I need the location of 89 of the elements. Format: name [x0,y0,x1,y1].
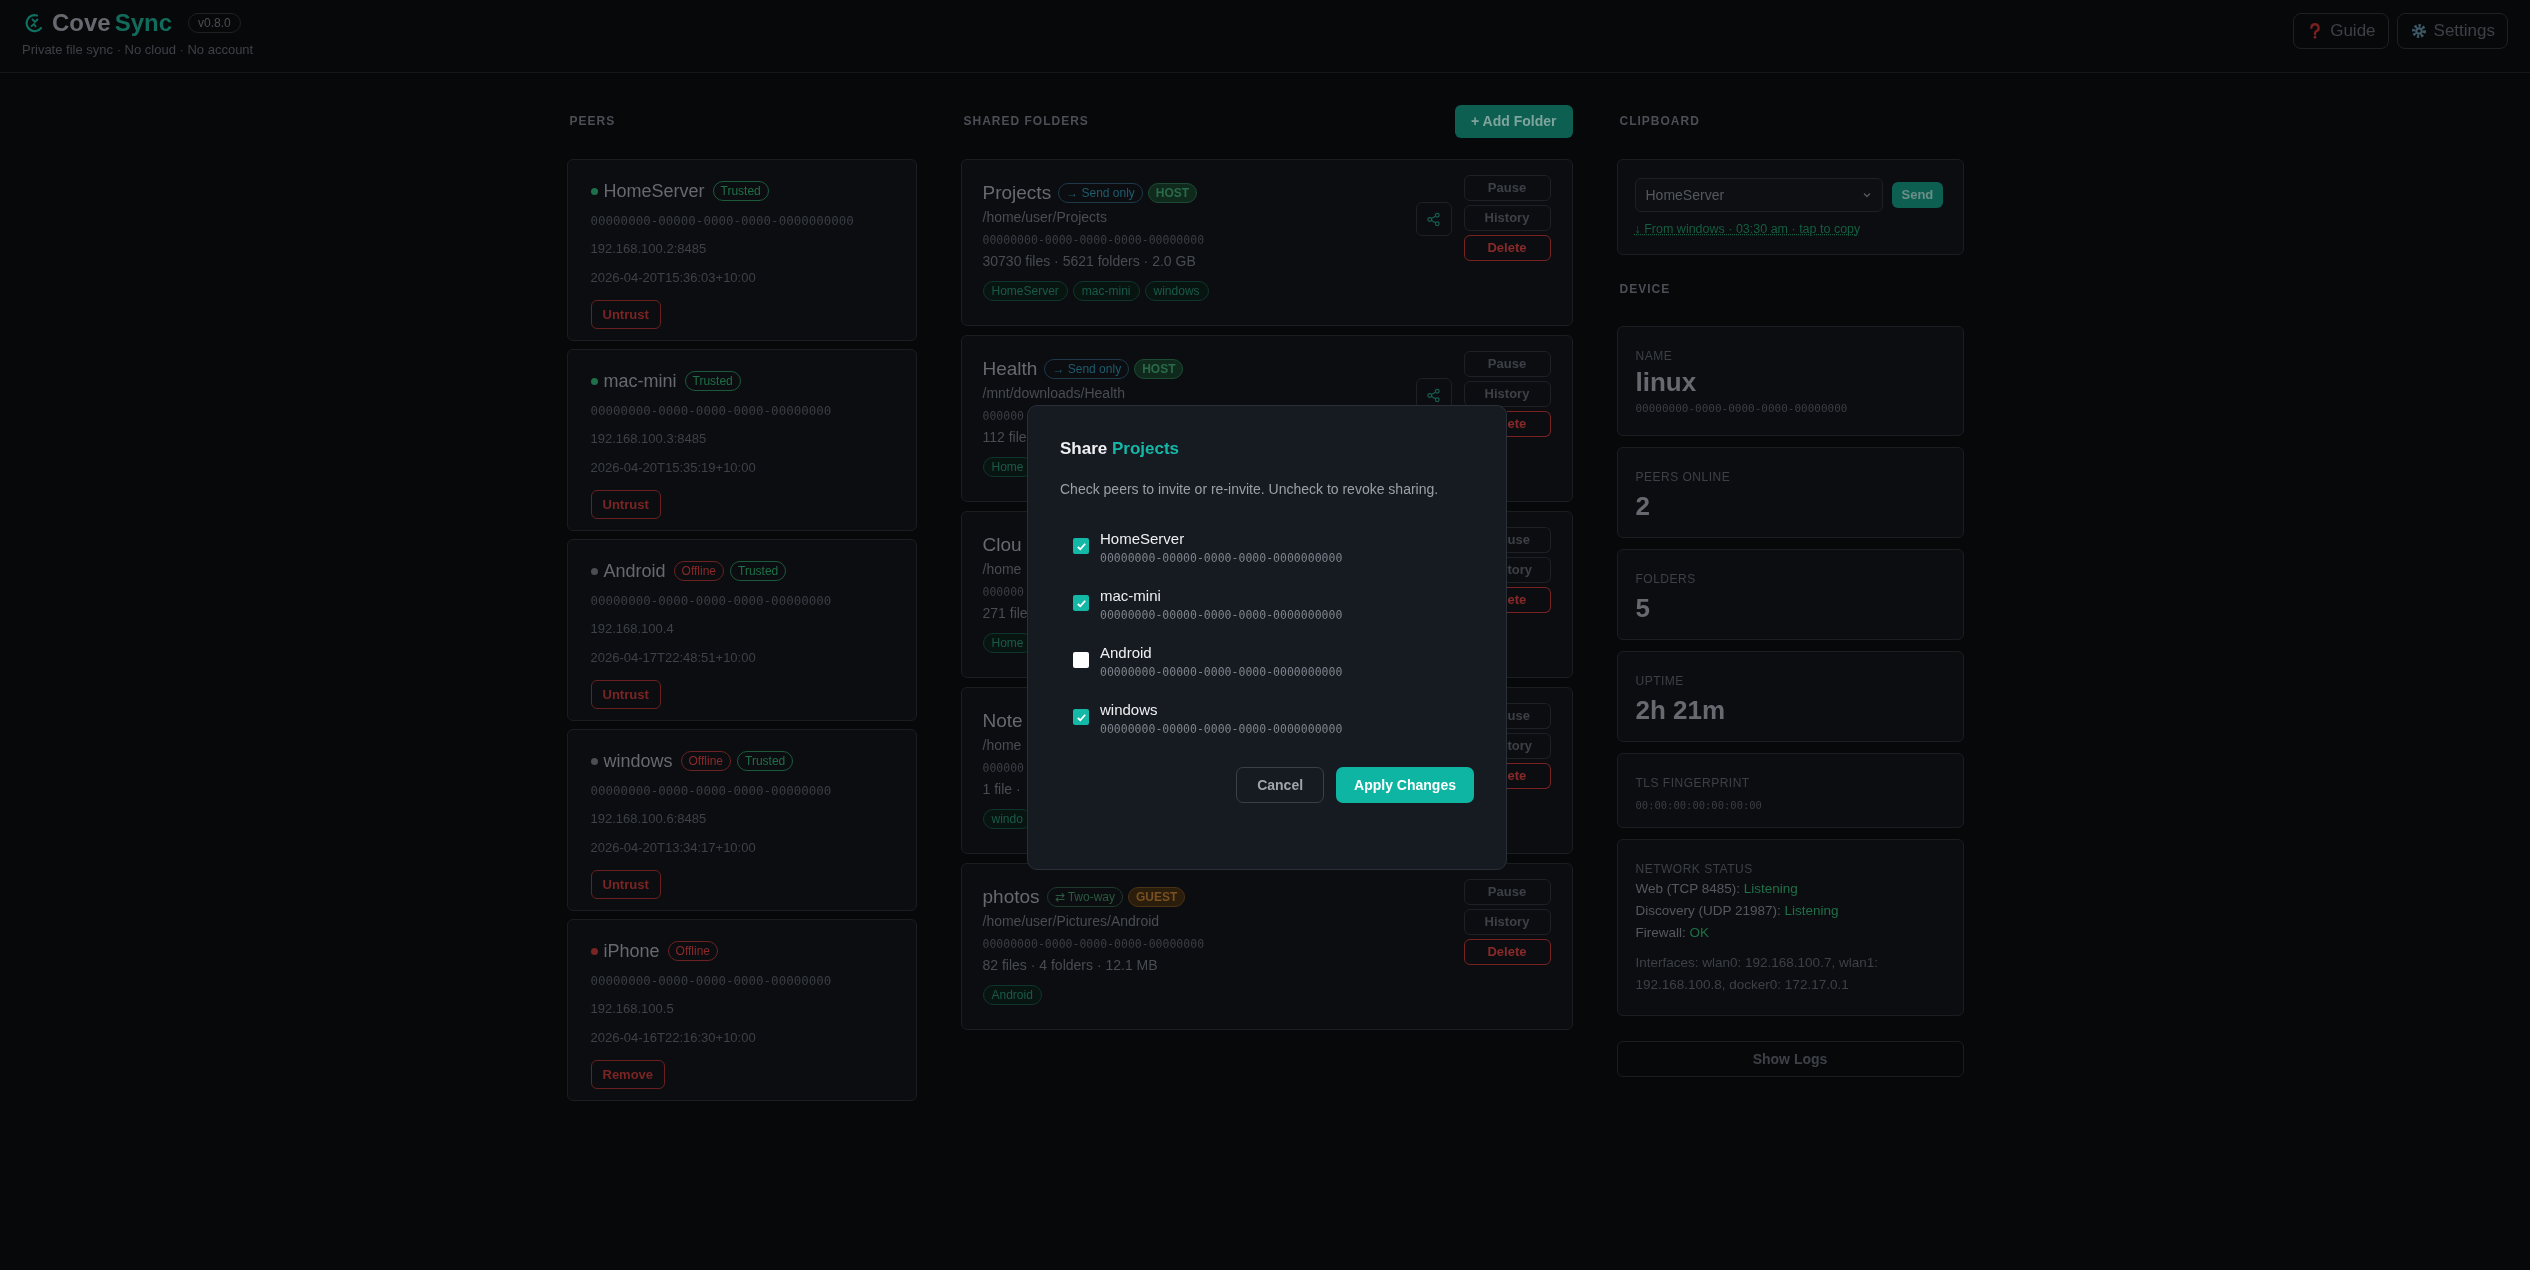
header-button[interactable]: Settings [2396,13,2508,49]
network-status-line: Web (TCP 8485): Listening [1635,880,1799,898]
peer-name: Android [1100,643,1153,663]
folder-name: Note [982,708,1023,733]
stat-value: 5 [1635,592,1651,625]
last-seen: 2026-04-20T15:35:19+10:00 [590,459,757,478]
folder-stats: 1 file · [982,780,1021,800]
section-heading: DEVICE [1619,281,1671,298]
peer-action-button[interactable]: Untrust [590,679,661,709]
share-icon [1426,211,1441,227]
settings-icon [2409,22,2428,40]
status-badge: GUEST [1128,887,1186,907]
send-button[interactable]: Send [1891,182,1944,208]
peer-tag: Android [982,985,1042,1006]
show-logs-button[interactable]: Show Logs [1616,1041,1964,1077]
peer-name: HomeServer [1100,529,1186,549]
chevron-down-icon [1861,190,1872,200]
folder-path: /home [982,560,1022,579]
checkbox[interactable] [1073,538,1089,554]
folder-name: Projects [982,180,1052,205]
header-button[interactable]: Guide [2293,13,2389,49]
checkbox[interactable] [1073,652,1089,668]
apply-button[interactable]: Apply Changes [1336,767,1474,803]
dialog-title: Share Projects [1060,438,1181,460]
folder-name: Health [982,356,1038,381]
peer-address: 192.168.100.4 [590,619,675,638]
folder-path: /home [982,736,1022,755]
peer-action-button[interactable]: Untrust [590,869,661,899]
add-folder-button[interactable]: + Add Folder [1455,104,1573,138]
stat-value: 2h 21m [1635,694,1727,727]
peer-action-button[interactable]: Untrust [590,489,661,519]
check-icon [1075,540,1087,552]
folder-path: /mnt/downloads/Health [982,384,1125,403]
peer-address: 192.168.100.3:8485 [590,429,708,448]
check-icon [1075,711,1087,723]
folder-stats: 30730 files · 5621 folders · 2.0 GB [982,252,1196,272]
brand-name: Cove [52,8,111,38]
section-heading: SHARED FOLDERS [963,113,1089,130]
cancel-button[interactable]: Cancel [1236,767,1325,803]
peer-name: windows [1100,700,1159,720]
checkbox[interactable] [1073,595,1089,611]
stat-value: 2 [1635,490,1651,523]
folder-action-button[interactable]: Delete [1463,939,1551,965]
peer-name: Android [603,559,666,583]
folder-path: /home/user/Pictures/Android [982,912,1160,931]
tagline: Private file sync · No cloud · No account [22,41,254,59]
share-icon [1426,387,1441,403]
network-status-line: Discovery (UDP 21987): Listening [1635,902,1840,920]
brand-name: Sync [114,8,173,38]
device-name: linux [1635,366,1698,399]
network-status-line: Firewall: OK [1635,924,1711,942]
checkbox[interactable] [1073,709,1089,725]
peer-name: mac-mini [603,369,677,393]
peer-name: windows [603,749,673,773]
section-heading: CLIPBOARD [1619,113,1700,130]
folder-name: photos [982,884,1040,909]
peer-tag: windows [1144,281,1209,302]
peer-id: 00000000-00000-0000-0000-0000000000 [1100,607,1343,624]
peer-address: 192.168.100.2:8485 [590,239,708,258]
peer-tag: HomeServer [982,281,1068,302]
folder-name: Clou [982,532,1022,557]
peer-id: 00000000-00000-0000-0000-0000000000 [1100,664,1343,681]
folder-stats: 112 file [982,428,1027,448]
last-seen: 2026-04-20T15:36:03+10:00 [590,269,757,288]
peer-name: iPhone [603,939,660,963]
folder-path: /home/user/Projects [982,208,1107,227]
last-seen: 2026-04-16T22:16:30+10:00 [590,1029,757,1048]
section-heading: PEERS [569,113,616,130]
peer-id: 00000000-00000-0000-0000-0000000000 [1100,550,1343,567]
peer-name: mac-mini [1100,586,1162,606]
peer-id: 00000000-00000-0000-0000-0000000000 [1100,721,1343,738]
peer-name: HomeServer [603,179,705,203]
peer-address: 192.168.100.6:8485 [590,809,708,828]
peer-action-button[interactable]: Untrust [590,299,661,329]
status-badge: HOST [1147,183,1198,203]
folder-action-button[interactable]: Delete [1463,235,1551,261]
peer-action-button[interactable]: Remove [590,1059,666,1089]
folder-stats: 82 files · 4 folders · 12.1 MB [982,956,1158,976]
last-seen: 2026-04-17T22:48:51+10:00 [590,649,757,668]
status-badge: HOST [1134,359,1184,379]
check-icon [1075,597,1087,609]
peer-address: 192.168.100.5 [590,999,675,1018]
share-button[interactable] [1415,202,1452,236]
peer-select[interactable]: HomeServer [1634,178,1883,212]
clipboard-link[interactable]: ↓ From windows · 03:30 am · tap to copy [1634,220,1946,239]
dialog-description: Check peers to invite or re-invite. Uncheck to revoke sharing. [1060,480,1440,499]
last-seen: 2026-04-20T13:34:17+10:00 [590,839,757,858]
peer-tag: mac-mini [1072,281,1140,302]
folder-stats: 271 file [982,604,1028,624]
